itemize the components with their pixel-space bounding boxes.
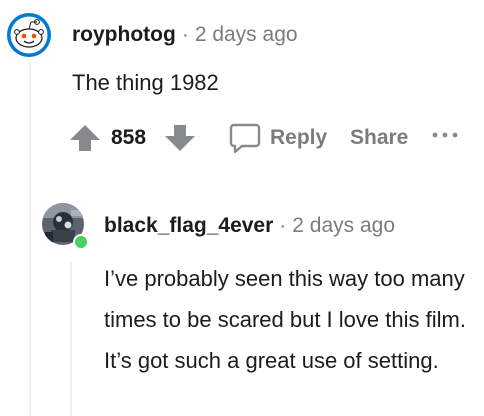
reply-body: I’ve probably seen this way too many tim… xyxy=(104,266,466,373)
comment-header: royphotog · 2 days ago xyxy=(72,22,298,48)
username-link[interactable]: royphotog xyxy=(72,23,176,46)
reply-username-link[interactable]: black_flag_4ever xyxy=(104,214,273,237)
comment-body: The thing 1982 xyxy=(72,70,219,95)
reply-header: black_flag_4ever · 2 days ago xyxy=(104,213,395,239)
comment-bubble-icon xyxy=(229,123,261,154)
separator-dot: · xyxy=(181,23,189,46)
user-avatar-icon[interactable] xyxy=(6,12,52,58)
thread-line-root[interactable] xyxy=(29,62,31,416)
reply-label: Reply xyxy=(270,126,328,149)
separator-dot: · xyxy=(279,214,287,237)
thread-line-reply[interactable] xyxy=(70,262,72,416)
timestamp[interactable]: 2 days ago xyxy=(195,23,298,46)
upvote-icon[interactable] xyxy=(68,124,102,152)
online-status-dot xyxy=(75,236,87,248)
comment-actions: 858 Reply Share xyxy=(66,121,466,155)
share-button[interactable]: Share xyxy=(350,126,408,150)
reply-user-avatar-icon[interactable] xyxy=(41,202,91,252)
reply-button[interactable]: Reply xyxy=(228,121,327,155)
downvote-icon[interactable] xyxy=(163,124,197,152)
vote-score: 858 xyxy=(111,126,147,149)
more-options-icon[interactable] xyxy=(431,128,459,140)
reply-timestamp[interactable]: 2 days ago xyxy=(292,214,395,237)
